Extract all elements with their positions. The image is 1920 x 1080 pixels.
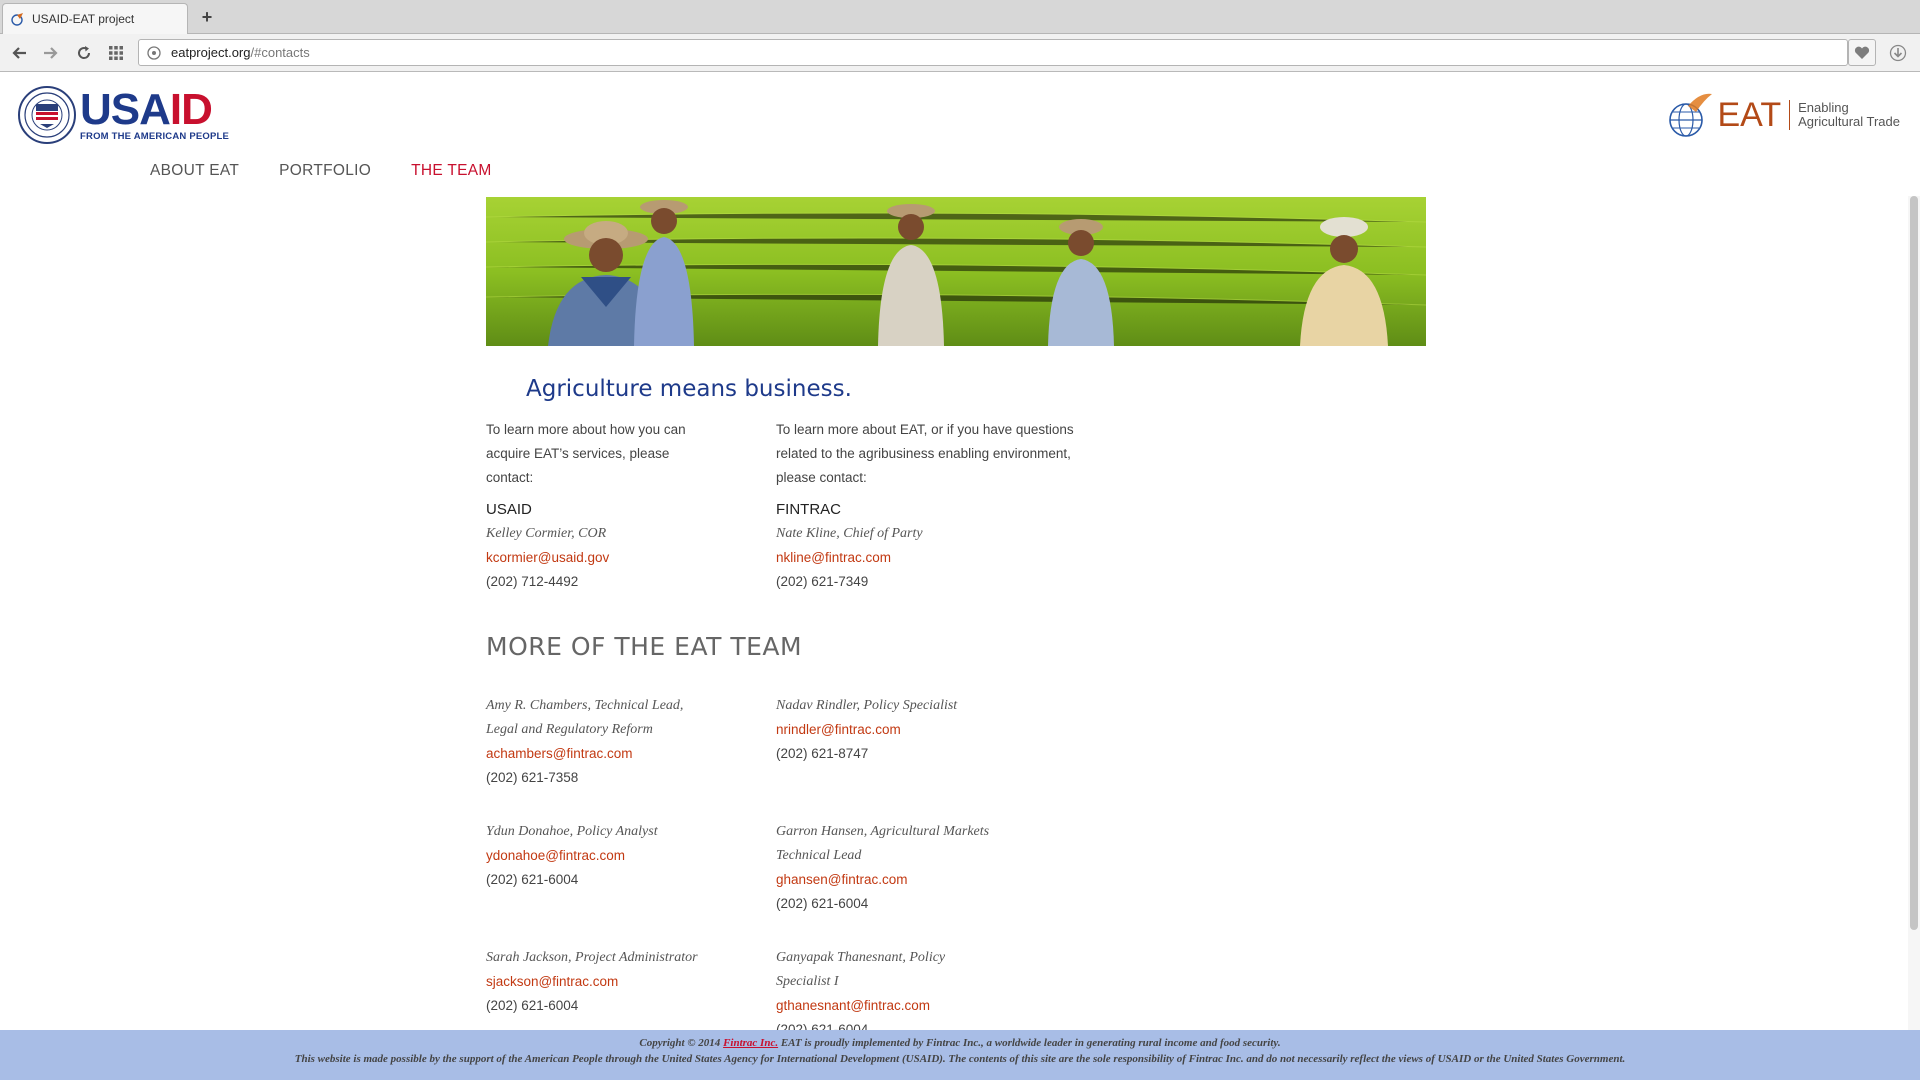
browser-tabstrip: USAID-EAT project + — [0, 0, 1920, 34]
member-email-link[interactable]: ydonahoe@fintrac.com — [486, 848, 625, 863]
url-path: /#contacts — [250, 45, 310, 60]
contact-person: Kelley Cormier, COR — [486, 526, 607, 541]
eat-favicon-icon — [11, 12, 25, 26]
usaid-wordmark: USAID — [80, 84, 213, 134]
member-phone: (202) 621-6004 — [776, 896, 869, 911]
forward-button[interactable] — [40, 43, 60, 63]
url-host: eatproject.org — [171, 45, 251, 60]
member-name: Ganyapak Thanesnant, Policy — [776, 950, 946, 965]
browser-tab[interactable]: USAID-EAT project — [2, 3, 188, 34]
org-name: FINTRAC — [776, 501, 841, 518]
heart-icon — [1854, 46, 1870, 59]
page-tagline: Agriculture means business. — [526, 376, 852, 402]
contact-email-link[interactable]: nkline@fintrac.com — [776, 550, 891, 565]
browser-toolbar: eatproject.org/#contacts — [0, 34, 1920, 72]
grid-icon — [109, 46, 123, 60]
footer-disclaimer: This website is made possible by the sup… — [294, 1053, 1626, 1065]
section-title-more-team: MORE OF THE EAT TEAM — [486, 632, 803, 661]
member-email-link[interactable]: ghansen@fintrac.com — [776, 872, 908, 887]
member-name: Nadav Rindler, Policy Specialist — [776, 698, 958, 713]
new-tab-button[interactable]: + — [196, 6, 218, 28]
nav-item-portfolio[interactable]: PORTFOLIO — [279, 162, 371, 180]
intro-usaid: To learn more about how you can acquire … — [486, 422, 686, 485]
member-phone: (202) 621-6004 — [776, 1022, 869, 1030]
member-email-link[interactable]: nrindler@fintrac.com — [776, 722, 901, 737]
team-member: Ydun Donahoe, Policy Analyst ydonahoe@fi… — [486, 820, 756, 892]
eat-tagline: Enabling Agricultural Trade — [1798, 100, 1900, 129]
page-scrollbar-thumb[interactable] — [1910, 196, 1918, 930]
arrow-right-icon — [44, 47, 58, 59]
member-title: Specialist I — [776, 974, 839, 989]
main-nav: ABOUT EAT PORTFOLIO THE TEAM — [150, 162, 492, 180]
contact-phone: (202) 621-7349 — [776, 574, 869, 589]
download-icon — [1889, 44, 1907, 62]
globe-logo-icon — [1666, 90, 1714, 140]
member-title: Legal and Regulatory Reform — [486, 722, 653, 737]
eat-logo[interactable]: EAT Enabling Agricultural Trade — [1666, 90, 1900, 140]
eat-wordmark: EAT — [1717, 96, 1782, 134]
org-name: USAID — [486, 501, 532, 518]
contact-fintrac: FINTRAC Nate Kline, Chief of Party nklin… — [776, 498, 923, 594]
hero-image-farmers — [486, 197, 1426, 346]
member-phone: (202) 621-8747 — [776, 746, 869, 761]
address-bar[interactable]: eatproject.org/#contacts — [138, 39, 1848, 66]
member-name: Ydun Donahoe, Policy Analyst — [486, 824, 658, 839]
footer-fintrac-link[interactable]: Fintrac Inc. — [723, 1037, 778, 1049]
usaid-logo[interactable]: USAID FROM THE AMERICAN PEOPLE — [18, 86, 229, 144]
member-email-link[interactable]: achambers@fintrac.com — [486, 746, 633, 761]
site-footer: Copyright © 2014 Fintrac Inc. EAT is pro… — [0, 1030, 1920, 1080]
tab-title: USAID-EAT project — [32, 12, 135, 26]
download-button[interactable] — [1888, 43, 1908, 63]
member-phone: (202) 621-6004 — [486, 998, 579, 1013]
member-phone: (202) 621-7358 — [486, 770, 579, 785]
contact-phone: (202) 712-4492 — [486, 574, 579, 589]
apps-button[interactable] — [106, 43, 126, 63]
nav-item-the-team[interactable]: THE TEAM — [411, 162, 491, 180]
arrow-left-icon — [12, 47, 26, 59]
member-name: Sarah Jackson, Project Administrator — [486, 950, 698, 965]
member-title: Technical Lead — [776, 848, 862, 863]
usaid-tagline: FROM THE AMERICAN PEOPLE — [80, 130, 230, 142]
favorite-button[interactable] — [1848, 39, 1876, 66]
footer-copyright: Copyright © 2014 Fintrac Inc. EAT is pro… — [639, 1037, 1281, 1049]
usaid-seal-icon — [18, 86, 76, 144]
intro-fintrac: To learn more about EAT, or if you have … — [776, 422, 1074, 485]
back-button[interactable] — [10, 43, 30, 63]
member-email-link[interactable]: gthanesnant@fintrac.com — [776, 998, 930, 1013]
eat-logo-divider — [1789, 100, 1791, 130]
contact-email-link[interactable]: kcormier@usaid.gov — [486, 550, 609, 565]
site-header: USAID FROM THE AMERICAN PEOPLE EAT Enabl… — [0, 72, 1920, 196]
member-phone: (202) 621-6004 — [486, 872, 579, 887]
member-name: Garron Hansen, Agricultural Markets — [776, 824, 990, 839]
reload-icon — [78, 46, 91, 59]
member-name: Amy R. Chambers, Technical Lead, — [486, 698, 684, 713]
contact-usaid: USAID Kelley Cormier, COR kcormier@usaid… — [486, 498, 609, 594]
page-content: Agriculture means business. To learn mor… — [0, 196, 1900, 1030]
team-member: Garron Hansen, Agricultural Markets Tech… — [776, 820, 1046, 916]
team-member: Sarah Jackson, Project Administrator sja… — [486, 946, 756, 1018]
reload-button[interactable] — [74, 43, 94, 63]
contact-person: Nate Kline, Chief of Party — [776, 526, 923, 541]
team-member: Nadav Rindler, Policy Specialist nrindle… — [776, 694, 1046, 766]
member-email-link[interactable]: sjackson@fintrac.com — [486, 974, 618, 989]
team-member: Ganyapak Thanesnant, Policy Specialist I… — [776, 946, 1046, 1030]
team-member: Amy R. Chambers, Technical Lead, Legal a… — [486, 694, 756, 790]
globe-icon — [147, 45, 161, 60]
nav-item-about-eat[interactable]: ABOUT EAT — [150, 162, 239, 180]
